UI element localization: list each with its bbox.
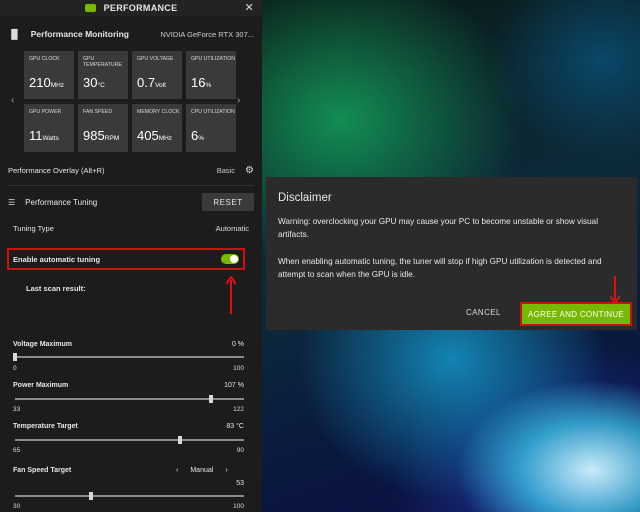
slider-max: 122 [233,406,244,413]
fan-target-slider[interactable] [15,492,244,500]
chevron-left-icon[interactable]: ‹ [176,467,178,474]
slider-thumb[interactable] [208,395,213,403]
stat-tile: GPU UTILIZATION 16% [186,51,236,99]
chevron-right-icon[interactable]: › [225,467,227,474]
power-max-value: 107 % [224,382,244,389]
slider-min: 0 [13,365,17,372]
tuning-title: Performance Tuning [25,197,98,207]
gpu-name: NVIDIA GeForce RTX 307... [160,29,254,39]
agree-continue-button[interactable]: AGREE AND CONTINUE [520,302,632,326]
overlay-mode[interactable]: Basic [217,166,235,175]
reset-button[interactable]: RESET [202,193,254,211]
slider-min: 33 [13,406,21,413]
panel-titlebar: PERFORMANCE ✕ [0,0,262,16]
slider-max: 90 [236,447,244,454]
stat-label: MEMORY CLOCK [137,109,180,115]
red-arrow-up-icon [226,276,236,314]
stat-value: 405MHz [137,128,173,143]
stat-value: 210MHz [29,75,65,90]
stat-label: GPU POWER [29,109,62,115]
power-max-slider[interactable] [15,395,244,403]
monitoring-header: ▐▌ Performance Monitoring NVIDIA GeForce… [0,26,262,42]
dialog-warning-text: Warning: overclocking your GPU may cause… [278,217,599,239]
stat-tile: FAN SPEED 985RPM [78,104,128,152]
stat-value: 0.7Volt [137,75,166,90]
fan-mode-value: Manual [190,467,214,474]
stat-label: GPU UTILIZATION [191,56,235,62]
power-max-label: Power Maximum [13,382,69,389]
overlay-row[interactable]: Performance Overlay (Alt+R) Basic ⚙ [0,162,262,178]
stat-value: 11Watts [29,128,59,143]
cancel-button[interactable]: CANCEL [466,308,501,317]
auto-tuning-toggle[interactable] [221,254,239,264]
slider-max: 100 [233,365,244,372]
stat-label: GPU VOLTAGE [137,56,174,62]
slider-thumb[interactable] [88,492,93,500]
bar-chart-icon: ▐▌ [8,29,21,39]
stat-tile: GPU VOLTAGE 0.7Volt [132,51,182,99]
chevron-left-icon[interactable]: ‹ [11,95,14,106]
stat-tile: GPU CLOCK 210MHz [24,51,74,99]
auto-tuning-label: Enable automatic tuning [13,254,101,264]
tuning-header: ☰ Performance Tuning RESET [0,193,262,211]
dialog-info-text: When enabling automatic tuning, the tune… [278,257,602,279]
fan-target-value: 53 [236,480,244,487]
stat-value: 30°C [83,75,105,90]
stat-label: FAN SPEED [83,109,113,115]
voltage-max-label: Voltage Maximum [13,341,72,348]
stat-tile: GPU TEMPERATURE 30°C [78,51,128,99]
tuning-type-value[interactable]: Automatic [216,224,249,233]
monitoring-title: Performance Monitoring [30,29,129,39]
last-scan-label: Last scan result: [26,284,86,293]
stat-label: GPU TEMPERATURE [83,56,122,68]
divider [8,185,254,186]
stat-label: GPU CLOCK [29,56,60,62]
stat-value: 16% [191,75,212,90]
disclaimer-dialog: Disclaimer Warning: overclocking your GP… [266,177,637,330]
red-arrow-down-icon [610,276,620,304]
slider-thumb[interactable] [177,436,182,444]
stat-tile: CPU UTILIZATION 6% [186,104,236,152]
stat-value: 6% [191,128,205,143]
temp-target-slider[interactable] [15,436,244,444]
sliders-icon: ☰ [8,197,16,207]
nvidia-logo-icon [84,4,96,12]
auto-tuning-row[interactable]: Enable automatic tuning [7,248,245,270]
stat-value: 985RPM [83,128,120,143]
slider-min: 30 [13,503,21,510]
stat-tile: MEMORY CLOCK 405MHz [132,104,182,152]
slider-min: 65 [13,447,21,454]
slider-max: 100 [233,503,244,510]
fan-mode-selector[interactable]: ‹ Manual › [176,467,228,474]
performance-panel: PERFORMANCE ✕ ▐▌ Performance Monitoring … [0,0,262,512]
temp-target-label: Temperature Target [13,423,78,430]
fan-target-label: Fan Speed Target [13,467,72,474]
chevron-right-icon[interactable]: › [237,95,240,106]
tuning-type-label: Tuning Type [13,223,54,233]
tuning-type-row[interactable]: Tuning Type Automatic [0,222,262,234]
stat-tile: GPU POWER 11Watts [24,104,74,152]
voltage-max-value: 0 % [231,341,244,348]
stat-label: CPU UTILIZATION [191,109,235,115]
overlay-label: Performance Overlay (Alt+R) [8,165,105,175]
temp-target-value: 83 °C [226,423,244,430]
slider-thumb[interactable] [13,353,17,361]
gear-icon[interactable]: ⚙ [245,165,254,176]
close-icon[interactable]: ✕ [244,1,254,14]
toggle-knob [230,255,238,263]
dialog-title: Disclaimer [278,192,332,204]
voltage-max-slider[interactable] [13,353,244,361]
panel-title: PERFORMANCE [103,3,178,13]
